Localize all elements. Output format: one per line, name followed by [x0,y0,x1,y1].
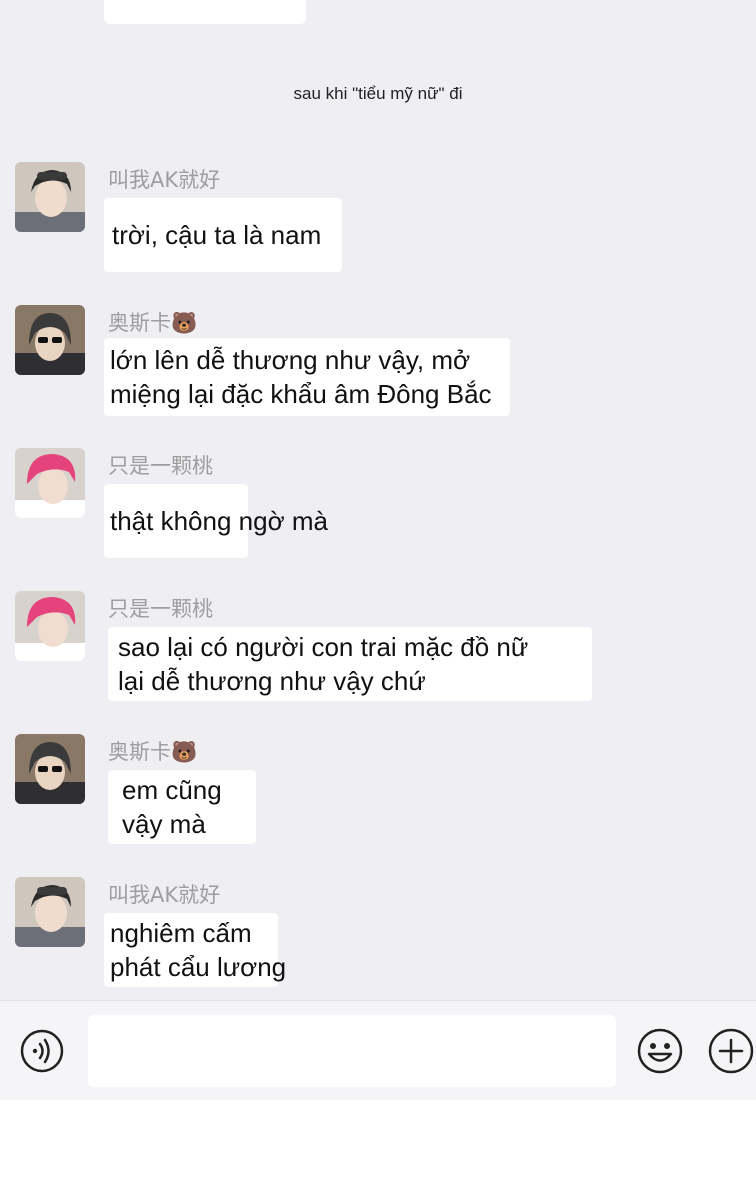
message-text: sao lại có người con trai mặc đồ nữ [118,632,529,662]
input-bar [0,1000,756,1101]
system-note: sau khi "tiểu mỹ nữ" đi [293,84,463,103]
sender-name: 只是一颗桃 [108,597,213,621]
emoji-icon[interactable] [636,1027,684,1075]
avatar-ak[interactable] [15,162,85,232]
previous-message-bubble [104,0,306,24]
message-bubble[interactable]: nghiêm cấm phát cẩu lương [104,913,287,987]
message-text: miệng lại đặc khẩu âm Đông Bắc [110,379,492,409]
avatar-oscar[interactable] [15,734,85,804]
sender-name: 叫我AK就好 [108,883,221,907]
avatar-peach[interactable] [15,591,85,661]
message-bubble[interactable]: thật không ngờ mà [104,484,328,558]
sender-name: 奥斯卡🐻 [108,740,198,764]
message-bubble[interactable]: em cũng vậy mà [108,770,256,844]
sender-name: 叫我AK就好 [108,168,221,192]
message-input[interactable] [88,1015,616,1087]
sender-name: 只是一颗桃 [108,454,213,478]
message-bubble[interactable]: lớn lên dễ thương như vậy, mở miệng lại … [104,338,510,416]
message-bubble[interactable]: trời, cậu ta là nam [104,198,342,272]
avatar-peach[interactable] [15,448,85,518]
message-text: lớn lên dễ thương như vậy, mở [110,345,471,375]
voice-icon[interactable] [20,1029,64,1073]
chat-area[interactable]: sau khi "tiểu mỹ nữ" đi 叫我AK就好 trời, cậu… [0,0,756,1000]
message-text: lại dễ thương như vậy chứ [118,666,426,696]
message-text: vậy mà [122,809,206,839]
avatar-oscar[interactable] [15,305,85,375]
sender-name: 奥斯卡🐻 [108,311,198,335]
avatar-ak[interactable] [15,877,85,947]
message-text: trời, cậu ta là nam [112,220,322,250]
message-text: nghiêm cấm [110,918,252,948]
message-text: em cũng [122,775,222,805]
plus-icon[interactable] [707,1027,755,1075]
message-text: phát cẩu lương [110,952,287,982]
bottom-area [0,1100,756,1182]
message-text: thật không ngờ mà [110,506,328,536]
message-bubble[interactable]: sao lại có người con trai mặc đồ nữ lại … [108,627,592,701]
